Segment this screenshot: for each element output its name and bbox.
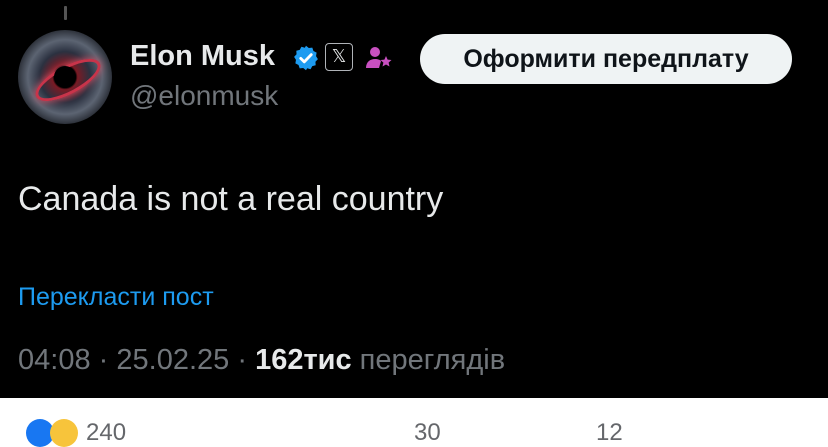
tweet-card: Elon Musk 𝕏 @elonmusk Оформити передплат… (0, 0, 828, 398)
views-label: переглядів (359, 344, 506, 376)
verified-check-icon (294, 45, 318, 71)
reaction-count[interactable]: 240 (86, 419, 126, 447)
author-name[interactable]: Elon Musk (130, 40, 275, 73)
comments-count[interactable]: 30 (414, 419, 441, 447)
top-divider-mark (64, 6, 67, 20)
x-logo-icon[interactable]: 𝕏 (325, 43, 353, 71)
separator: · (237, 344, 247, 376)
separator: · (98, 344, 109, 376)
post-metadata: 04:08 · 25.02.25 · 162тис переглядів (18, 344, 505, 377)
haha-reaction-icon (50, 419, 78, 447)
translate-post-link[interactable]: Перекласти пост (18, 283, 214, 312)
affiliate-person-icon[interactable] (364, 43, 394, 73)
author-handle[interactable]: @elonmusk (130, 80, 278, 112)
post-date[interactable]: 25.02.25 (116, 344, 229, 376)
subscribe-button[interactable]: Оформити передплату (420, 34, 792, 84)
reactions-row: 240 30 12 (0, 398, 828, 447)
shares-count[interactable]: 12 (596, 419, 623, 447)
post-time[interactable]: 04:08 (18, 344, 91, 376)
avatar-core (54, 66, 76, 88)
tweet-text: Canada is not a real country (18, 180, 444, 218)
view-count: 162тис (255, 344, 352, 376)
avatar[interactable] (18, 30, 112, 124)
